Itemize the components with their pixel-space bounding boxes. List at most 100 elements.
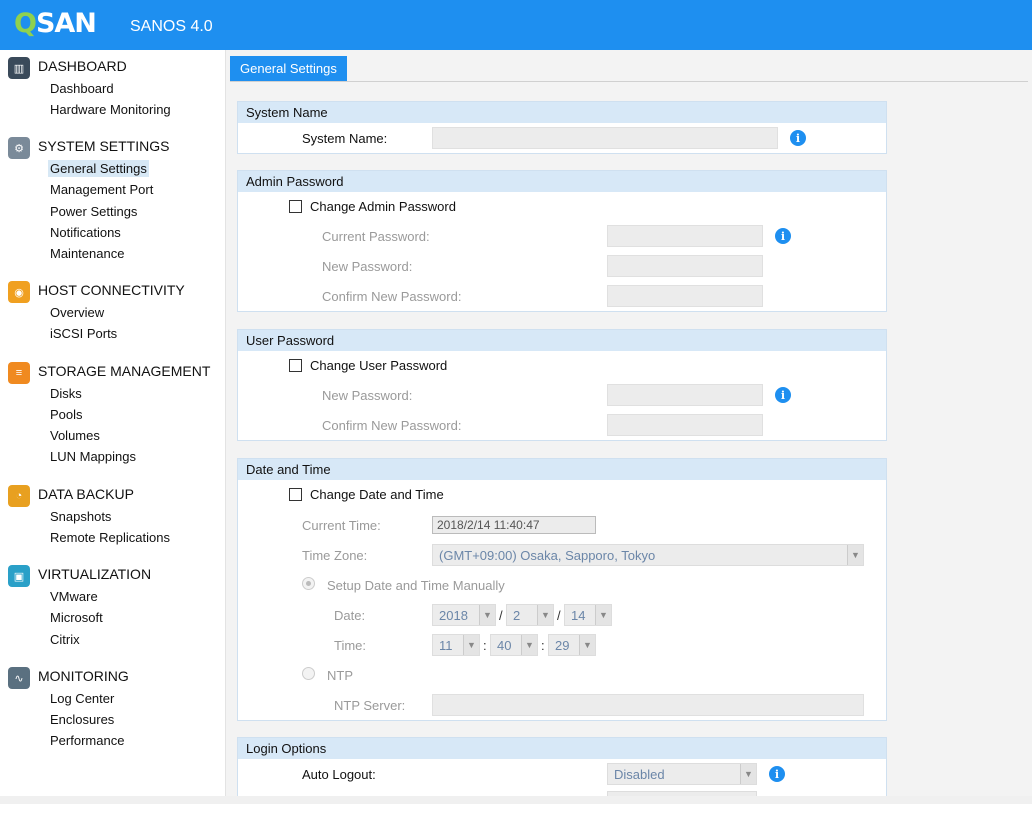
user-confirm-password-label: Confirm New Password: — [322, 418, 462, 433]
sidebar-item-disks[interactable]: Disks — [50, 385, 82, 402]
time-second-select[interactable]: 29 ▼ — [548, 634, 596, 656]
date-month-select[interactable]: 2 ▼ — [506, 604, 554, 626]
date-day-select[interactable]: 14 ▼ — [564, 604, 612, 626]
sidebar-item-volumes[interactable]: Volumes — [50, 427, 100, 444]
user-new-password-input[interactable] — [607, 384, 763, 406]
tab-divider — [230, 81, 1028, 82]
panel-date-time: Date and Time Change Date and Time Curre… — [237, 458, 887, 721]
sidebar-section-title: HOST CONNECTIVITY — [38, 282, 185, 298]
dashboard-icon: ▥ — [8, 57, 30, 79]
sidebar-item-pools[interactable]: Pools — [50, 406, 83, 423]
ntp-label: NTP — [327, 668, 353, 683]
sidebar-item-management-port[interactable]: Management Port — [50, 181, 153, 198]
time-zone-label: Time Zone: — [302, 548, 368, 563]
sidebar-item-lun-mappings[interactable]: LUN Mappings — [50, 448, 136, 465]
main-content: General Settings System Name System Name… — [226, 50, 1032, 797]
chevron-down-icon: ▼ — [521, 635, 537, 655]
sidebar-item-iscsi-ports[interactable]: iSCSI Ports — [50, 325, 117, 342]
sidebar-item-power-settings[interactable]: Power Settings — [50, 203, 137, 220]
monitoring-icon: ∿ — [8, 667, 30, 689]
tab-general-settings[interactable]: General Settings — [230, 56, 347, 81]
time-second-value: 29 — [555, 638, 570, 653]
user-confirm-password-input[interactable] — [607, 414, 763, 436]
panel-admin-password: Admin Password Change Admin Password Cur… — [237, 170, 887, 312]
panel-title: User Password — [238, 330, 886, 351]
host-connectivity-icon: ◉ — [8, 281, 30, 303]
time-zone-value: (GMT+09:00) Osaka, Sapporo, Tokyo — [439, 548, 656, 563]
date-month-value: 2 — [513, 608, 521, 623]
sidebar-item-citrix[interactable]: Citrix — [50, 631, 80, 648]
new-password-input[interactable] — [607, 255, 763, 277]
panel-login-options: Login Options Auto Logout: Disabled ▼ i — [237, 737, 887, 797]
auto-logout-value: Disabled — [614, 767, 665, 782]
panel-user-password: User Password Change User Password New P… — [237, 329, 887, 441]
sidebar-section-title: STORAGE MANAGEMENT — [38, 363, 211, 379]
time-zone-select[interactable]: (GMT+09:00) Osaka, Sapporo, Tokyo ▼ — [432, 544, 864, 566]
sidebar-item-dashboard[interactable]: Dashboard — [50, 80, 114, 97]
change-date-time-checkbox[interactable] — [289, 488, 302, 501]
user-new-password-label: New Password: — [322, 388, 413, 403]
panel-title: Admin Password — [238, 171, 886, 192]
panel-title: Date and Time — [238, 459, 886, 480]
sidebar-item-maintenance[interactable]: Maintenance — [50, 245, 124, 262]
time-minute-select[interactable]: 40 ▼ — [490, 634, 538, 656]
auto-logout-label: Auto Logout: — [302, 767, 376, 782]
auto-logout-select[interactable]: Disabled ▼ — [607, 763, 757, 785]
chevron-down-icon: ▼ — [740, 764, 756, 784]
date-separator: / — [557, 608, 561, 623]
sidebar-item-overview[interactable]: Overview — [50, 304, 104, 321]
sidebar-item-performance[interactable]: Performance — [50, 732, 124, 749]
sidebar-item-notifications[interactable]: Notifications — [50, 224, 121, 241]
info-icon[interactable]: i — [769, 766, 785, 782]
panel-title: System Name — [238, 102, 886, 123]
manual-time-label: Setup Date and Time Manually — [327, 578, 505, 593]
system-name-input[interactable] — [432, 127, 778, 149]
sidebar-section-title: SYSTEM SETTINGS — [38, 138, 170, 154]
sidebar-item-general-settings[interactable]: General Settings — [48, 160, 149, 177]
time-label: Time: — [334, 638, 367, 653]
change-date-time-label: Change Date and Time — [310, 487, 444, 502]
info-icon[interactable]: i — [790, 130, 806, 146]
current-password-label: Current Password: — [322, 229, 430, 244]
sidebar-item-microsoft[interactable]: Microsoft — [50, 609, 103, 626]
sidebar: ▥ DASHBOARD Dashboard Hardware Monitorin… — [0, 50, 226, 796]
confirm-password-input[interactable] — [607, 285, 763, 307]
time-hour-value: 11 — [439, 638, 453, 653]
date-year-value: 2018 — [439, 608, 468, 623]
date-year-select[interactable]: 2018 ▼ — [432, 604, 496, 626]
sidebar-item-vmware[interactable]: VMware — [50, 588, 98, 605]
system-name-label: System Name: — [302, 131, 388, 146]
sidebar-section-title: MONITORING — [38, 668, 129, 684]
chevron-down-icon: ▼ — [463, 635, 479, 655]
sidebar-item-enclosures[interactable]: Enclosures — [50, 711, 114, 728]
chevron-down-icon: ▼ — [595, 605, 611, 625]
storage-icon: ≡ — [8, 362, 30, 384]
sidebar-item-log-center[interactable]: Log Center — [50, 690, 114, 707]
virtualization-icon: ▣ — [8, 565, 30, 587]
current-time-value: 2018/2/14 11:40:47 — [432, 516, 596, 534]
current-time-label: Current Time: — [302, 518, 381, 533]
change-user-password-checkbox[interactable] — [289, 359, 302, 372]
date-day-value: 14 — [571, 608, 586, 623]
time-hour-select[interactable]: 11 ▼ — [432, 634, 480, 656]
sidebar-section-title: DATA BACKUP — [38, 486, 134, 502]
panel-system-name: System Name System Name: i — [237, 101, 887, 154]
chevron-down-icon: ▼ — [847, 545, 863, 565]
sidebar-item-remote-replications[interactable]: Remote Replications — [50, 529, 170, 546]
sidebar-item-hardware-monitoring[interactable]: Hardware Monitoring — [50, 101, 171, 118]
sidebar-section-title: DASHBOARD — [38, 58, 127, 74]
info-icon[interactable]: i — [775, 387, 791, 403]
qsan-logo: QSAN — [14, 8, 97, 39]
sidebar-item-snapshots[interactable]: Snapshots — [50, 508, 111, 525]
chevron-down-icon: ▼ — [479, 605, 495, 625]
ntp-radio[interactable] — [302, 667, 315, 680]
manual-time-radio[interactable] — [302, 577, 315, 590]
top-bar: QSAN SANOS 4.0 — [0, 0, 1032, 50]
new-password-label: New Password: — [322, 259, 413, 274]
ntp-server-input[interactable] — [432, 694, 864, 716]
bottom-scroll-area — [0, 796, 1032, 804]
info-icon[interactable]: i — [775, 228, 791, 244]
change-admin-password-checkbox[interactable] — [289, 200, 302, 213]
backup-icon: ◔ — [8, 485, 30, 507]
current-password-input[interactable] — [607, 225, 763, 247]
